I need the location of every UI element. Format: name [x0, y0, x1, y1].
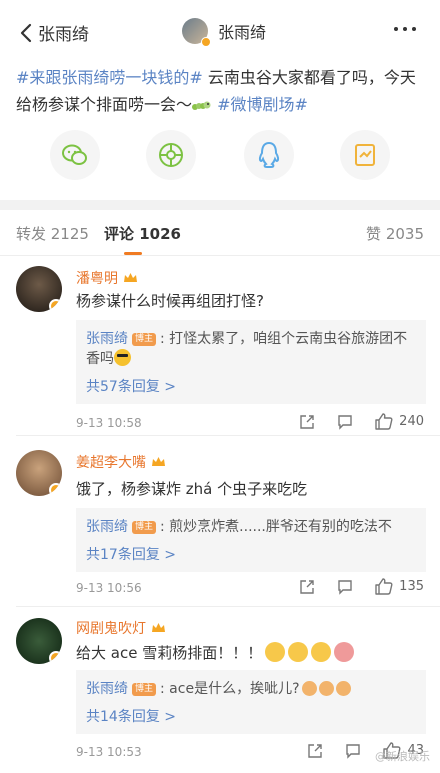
reply-preview[interactable]: 张雨绮 博主: ace是什么，挨呲儿? 共14条回复 > [76, 670, 426, 734]
comment-actions: 135 [299, 578, 424, 595]
share-icon[interactable] [307, 743, 323, 759]
reply-author[interactable]: 张雨绮 [86, 331, 128, 347]
comment-time: 9-13 10:53 [76, 745, 142, 759]
cat-emoji-icon [301, 681, 317, 696]
chevron-left-icon [20, 23, 32, 42]
reply-text: : 煎炒烹炸煮......胖爷还有别的吃法不 [160, 519, 392, 535]
tab-bar: 转发 2125 评论 1026 赞 2035 [0, 210, 440, 256]
reply-author[interactable]: 张雨绮 [86, 519, 128, 535]
comment-icon[interactable] [337, 414, 353, 430]
comment-text: 饿了，杨参谋炸 zhá 个虫子来吃吃 [76, 480, 308, 498]
share-icon[interactable] [299, 414, 315, 430]
author-badge: 博主 [132, 521, 157, 534]
verified-badge-icon [49, 299, 62, 312]
comment-text: 杨参谋什么时候再组团打怪? [76, 292, 264, 310]
view-replies-link[interactable]: 共17条回复 > [86, 544, 416, 564]
page-title: 张雨绮 [218, 23, 267, 42]
avatar[interactable] [16, 266, 62, 312]
comment-time: 9-13 10:56 [76, 581, 142, 595]
reply-text: : ace是什么，挨呲儿? [160, 681, 300, 697]
comment-icon[interactable] [345, 743, 361, 759]
caterpillar-emoji-icon [192, 101, 211, 110]
verified-badge-icon [201, 37, 211, 47]
wechat-share-button[interactable] [50, 130, 100, 180]
hashtag-link[interactable]: #微博剧场# [212, 95, 308, 114]
post-text: #来跟张雨绮唠一块钱的# 云南虫谷大家都看了吗，今天给杨参谋个排面唠一会～ #微… [16, 64, 428, 118]
comment-item: 网剧鬼吹灯 给大 ace 雪莉杨排面！！！ 张雨绮 博主: ace是什么，挨呲儿?… [0, 606, 440, 766]
thumbs-up-icon [375, 413, 393, 430]
qq-share-button[interactable] [244, 130, 294, 180]
back-label: 张雨绮 [38, 25, 89, 45]
crown-icon [152, 457, 165, 466]
cat-emoji-icon [335, 681, 351, 696]
comment-author[interactable]: 姜超李大嘴 [76, 452, 166, 472]
author-badge: 博主 [132, 333, 157, 346]
comment-author[interactable]: 潘粤明 [76, 268, 138, 288]
like-button[interactable]: 240 [375, 413, 424, 430]
thumbs-up-icon [375, 578, 393, 595]
reply-preview[interactable]: 张雨绮 博主: 打怪太累了，咱组个云南虫谷旅游团不香吗 共57条回复 > [76, 320, 426, 404]
comment-icon[interactable] [337, 579, 353, 595]
qzone-share-button[interactable] [340, 130, 390, 180]
section-divider [0, 200, 440, 210]
share-bar [0, 130, 440, 184]
more-options-icon[interactable] [394, 27, 416, 31]
comment-author[interactable]: 网剧鬼吹灯 [76, 618, 166, 638]
share-icon[interactable] [299, 579, 315, 595]
comment-item: 潘粤明 杨参谋什么时候再组团打怪? 张雨绮 博主: 打怪太累了，咱组个云南虫谷旅游… [0, 256, 440, 436]
profile-header[interactable]: 张雨绮 [182, 18, 267, 47]
comment-text: 给大 ace 雪莉杨排面！！！ [76, 642, 355, 663]
moments-icon [159, 143, 183, 167]
avatar[interactable] [16, 618, 62, 664]
reply-preview[interactable]: 张雨绮 博主: 煎炒烹炸煮......胖爷还有别的吃法不 共17条回复 > [76, 508, 426, 572]
qzone-icon [355, 144, 375, 166]
comment-time: 9-13 10:58 [76, 416, 142, 430]
verified-badge-icon [49, 651, 62, 664]
comment-item: 姜超李大嘴 饿了，杨参谋炸 zhá 个虫子来吃吃 张雨绮 博主: 煎炒烹炸煮...… [0, 436, 440, 614]
comment-actions: 240 [299, 413, 424, 430]
pig-emoji-icon [334, 642, 355, 662]
verified-badge-icon [49, 483, 62, 496]
hashtag-link[interactable]: #来跟张雨绮唠一块钱的# [16, 68, 203, 87]
moments-share-button[interactable] [146, 130, 196, 180]
cheering-emoji-icon [311, 642, 332, 662]
tab-comments[interactable]: 评论 1026 [104, 223, 181, 244]
like-count: 240 [399, 414, 424, 429]
view-replies-link[interactable]: 共57条回复 > [86, 376, 416, 396]
back-button[interactable]: 张雨绮 [20, 20, 89, 45]
crown-icon [124, 273, 137, 282]
crown-icon [152, 623, 165, 632]
like-button[interactable]: 135 [375, 578, 424, 595]
watermark: @新浪娱乐 [375, 750, 430, 763]
like-count: 135 [399, 579, 424, 594]
reply-author[interactable]: 张雨绮 [86, 681, 128, 697]
view-replies-link[interactable]: 共14条回复 > [86, 706, 416, 726]
cheering-emoji-icon [288, 642, 309, 662]
active-tab-indicator [124, 252, 142, 255]
tab-likes[interactable]: 赞 2035 [366, 223, 424, 244]
cheering-emoji-icon [265, 642, 286, 662]
sunglasses-emoji-icon [114, 349, 131, 366]
qq-icon [258, 141, 280, 168]
author-badge: 博主 [132, 683, 157, 696]
cat-emoji-icon [318, 681, 334, 696]
wechat-icon [62, 144, 87, 165]
tab-repost[interactable]: 转发 2125 [16, 223, 89, 244]
top-bar: 张雨绮 张雨绮 [0, 0, 440, 62]
avatar[interactable] [16, 450, 62, 496]
avatar[interactable] [182, 18, 211, 47]
